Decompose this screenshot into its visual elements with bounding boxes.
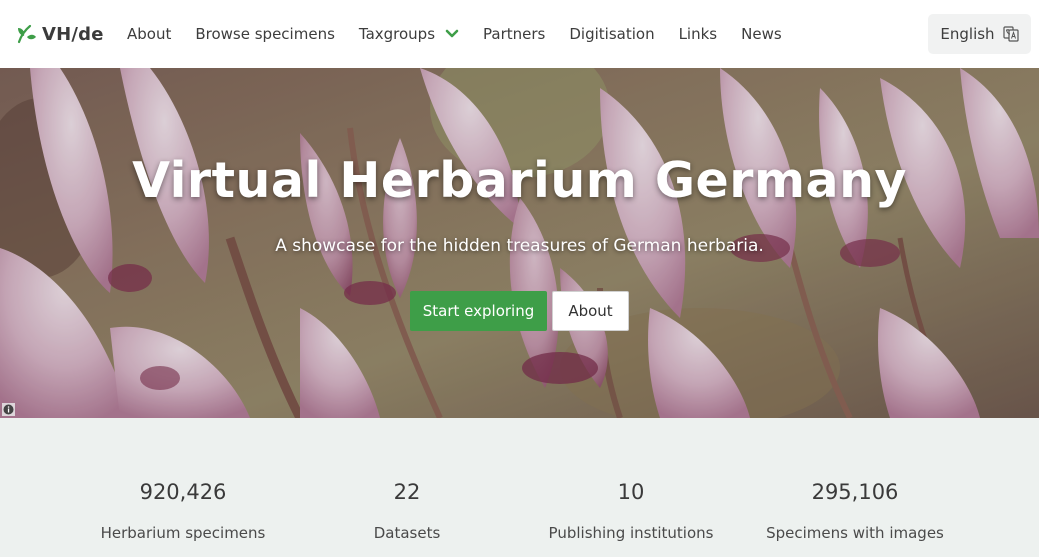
leaf-icon [17,24,36,44]
stats-section: 920,426 Herbarium specimens 22 Datasets … [0,418,1039,557]
hero-subtitle: A showcase for the hidden treasures of G… [275,236,764,256]
stat-label: Datasets [373,524,441,542]
stat-label: Specimens with images [766,524,944,542]
stat-label: Herbarium specimens [100,524,266,542]
about-button[interactable]: About [552,291,629,331]
hero-title: Virtual Herbarium Germany [132,152,907,209]
language-label: English [940,25,995,43]
hero-banner: Virtual Herbarium Germany A showcase for… [0,68,1039,418]
language-button[interactable]: English [928,14,1031,54]
nav-links-item[interactable]: Links [679,25,718,43]
hero-content: Virtual Herbarium Germany A showcase for… [0,68,1039,418]
chevron-down-icon [445,29,459,38]
nav-about[interactable]: About [127,25,171,43]
stat-value: 10 [617,480,645,504]
stat-value: 295,106 [811,480,899,504]
stat-value: 920,426 [139,480,227,504]
nav-taxgroups[interactable]: Taxgroups [359,25,459,43]
nav-links: About Browse specimens Taxgroups Partner… [127,0,806,68]
nav-digitisation[interactable]: Digitisation [569,25,654,43]
start-exploring-button[interactable]: Start exploring [410,291,547,331]
nav-news[interactable]: News [741,25,782,43]
brand-name: VH/de [42,23,104,45]
navbar: VH/de About Browse specimens Taxgroups P… [0,0,1039,68]
translate-icon [1002,26,1019,42]
stat-value: 22 [393,480,421,504]
nav-taxgroups-label: Taxgroups [358,25,436,43]
nav-partners[interactable]: Partners [483,25,545,43]
nav-browse-specimens[interactable]: Browse specimens [195,25,335,43]
brand-link[interactable]: VH/de [15,22,104,46]
stat-label: Publishing institutions [548,524,714,542]
info-icon[interactable] [2,403,15,416]
